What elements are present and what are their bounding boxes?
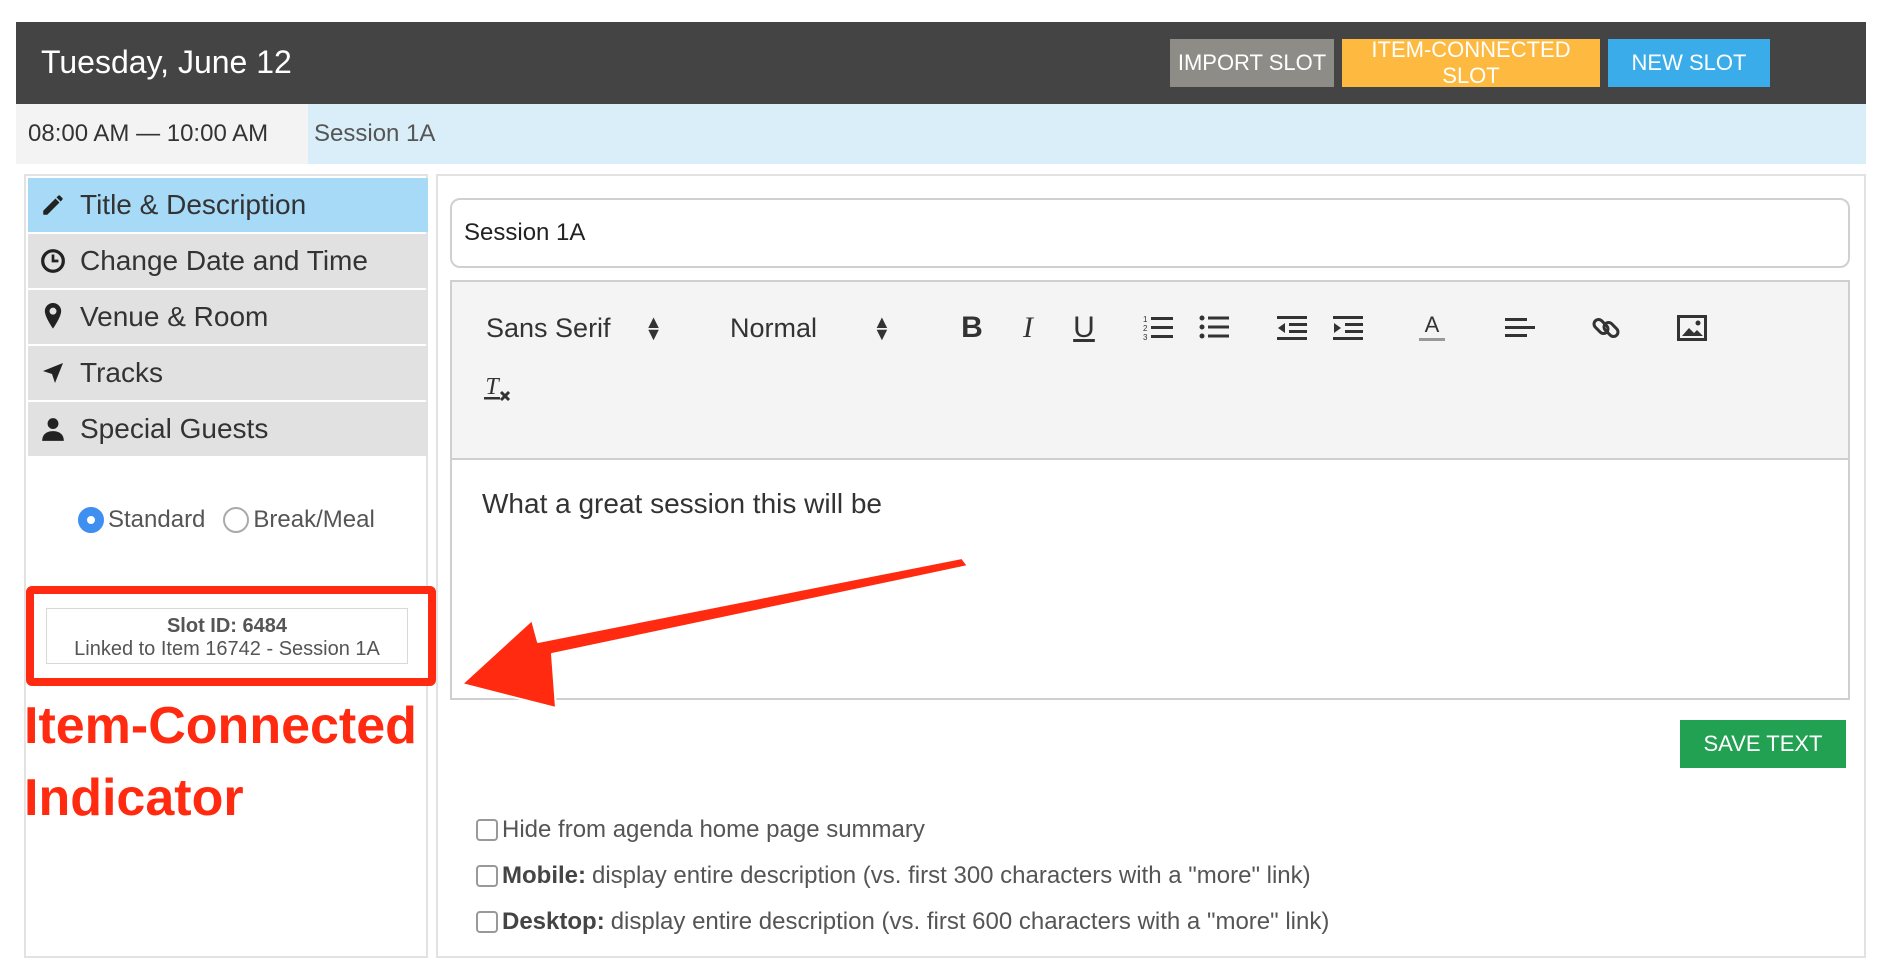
clear-format-icon[interactable]: T — [478, 366, 518, 410]
location-arrow-icon — [38, 358, 68, 388]
item-connected-indicator-box: Slot ID: 6484 Linked to Item 16742 - Ses… — [26, 586, 436, 686]
sidebar-item-special-guests[interactable]: Special Guests — [28, 402, 428, 456]
radio-break-meal[interactable] — [223, 507, 250, 533]
italic-icon[interactable]: I — [1008, 306, 1048, 350]
sidebar-item-change-date-time[interactable]: Change Date and Time — [28, 234, 428, 288]
mobile-label: Mobile: — [502, 862, 586, 889]
hide-summary-option: Hide from agenda home page summary — [476, 816, 925, 844]
sidebar-item-venue-room[interactable]: Venue & Room — [28, 290, 428, 344]
desktop-checkbox[interactable] — [476, 911, 498, 933]
svg-text:2: 2 — [1143, 324, 1148, 333]
annotation-line-2: Indicator — [24, 769, 244, 827]
save-text-button[interactable]: SAVE TEXT — [1680, 720, 1846, 768]
rich-text-editor: Sans Serif ▲ ▼ Normal ▲ ▼ B I U 123 A T … — [450, 280, 1850, 700]
item-connected-slot-button[interactable]: ITEM-CONNECTED SLOT — [1342, 37, 1600, 88]
radio-standard-label: Standard — [108, 506, 206, 533]
slot-info: Slot ID: 6484 Linked to Item 16742 - Ses… — [46, 608, 408, 664]
desktop-text: display entire description (vs. first 60… — [610, 908, 1330, 935]
time-range: 08:00 AM — 10:00 AM — [16, 104, 308, 164]
session-label[interactable]: Session 1A — [314, 104, 435, 164]
font-family-select[interactable]: Sans Serif ▲ ▼ — [486, 306, 662, 350]
desktop-option: Desktop: display entire description (vs.… — [476, 908, 1329, 936]
editor-content[interactable]: What a great session this will be — [482, 488, 882, 520]
font-size-value: Normal — [730, 312, 818, 343]
description-panel: Sans Serif ▲▼ Normal ▲▼ B I U 123 — [436, 174, 1866, 958]
desktop-label: Desktop: — [502, 908, 605, 935]
select-arrows-icon: ▲ ▼ — [644, 312, 663, 344]
user-icon — [38, 414, 68, 444]
outdent-icon[interactable] — [1272, 306, 1312, 350]
editor-toolbar: Sans Serif ▲ ▼ Normal ▲ ▼ B I U 123 A T — [452, 282, 1848, 460]
slot-type-radio-group: Standard Break/Meal — [78, 506, 375, 534]
sidebar-item-label: Change Date and Time — [80, 245, 368, 276]
hide-summary-checkbox[interactable] — [476, 819, 498, 841]
title-input[interactable] — [450, 198, 1850, 268]
pencil-icon — [38, 190, 68, 220]
hide-summary-label: Hide from agenda home page summary — [502, 816, 925, 843]
slot-timebar: 08:00 AM — 10:00 AM Session 1A — [16, 104, 1866, 164]
sidebar-item-tracks[interactable]: Tracks — [28, 346, 428, 400]
new-slot-button[interactable]: NEW SLOT — [1608, 39, 1770, 87]
annotation-line-1: Item-Connected — [24, 697, 417, 755]
page-title: Tuesday, June 12 — [41, 44, 292, 80]
bold-icon[interactable]: B — [952, 306, 992, 350]
select-arrows-icon: ▲ ▼ — [873, 312, 891, 344]
image-icon[interactable] — [1672, 306, 1712, 350]
link-icon[interactable] — [1586, 306, 1626, 350]
mobile-option: Mobile: display entire description (vs. … — [476, 862, 1311, 890]
clock-icon — [38, 246, 68, 276]
linked-item: Linked to Item 16742 - Session 1A — [74, 638, 380, 660]
indent-icon[interactable] — [1328, 306, 1368, 350]
header-bar: Tuesday, June 12 IMPORT SLOT ITEM-CONNEC… — [16, 22, 1866, 104]
underline-icon[interactable]: U — [1064, 306, 1104, 350]
sidebar-item-label: Special Guests — [80, 413, 269, 444]
text-color-icon[interactable]: A — [1412, 306, 1452, 350]
import-slot-button[interactable]: IMPORT SLOT — [1170, 39, 1334, 87]
map-pin-icon — [38, 302, 68, 332]
mobile-checkbox[interactable] — [476, 865, 498, 887]
align-icon[interactable] — [1500, 306, 1540, 350]
sidebar-item-label: Venue & Room — [80, 301, 269, 332]
font-family-value: Sans Serif — [486, 312, 611, 343]
mobile-text: display entire description (vs. first 30… — [592, 862, 1311, 889]
sidebar-item-label: Title & Description — [80, 189, 307, 220]
svg-text:T: T — [485, 374, 500, 400]
bullet-list-icon[interactable] — [1194, 306, 1234, 350]
svg-text:A: A — [1425, 312, 1440, 337]
radio-break-meal-label: Break/Meal — [253, 506, 375, 533]
radio-standard[interactable] — [78, 507, 104, 533]
ordered-list-icon[interactable]: 123 — [1138, 306, 1178, 350]
font-size-select[interactable]: Normal ▲ ▼ — [730, 306, 891, 350]
sidebar-item-label: Tracks — [80, 357, 163, 388]
svg-text:3: 3 — [1143, 333, 1148, 342]
sidebar-item-title-description[interactable]: Title & Description — [28, 178, 428, 232]
slot-sidebar: Title & Description Change Date and Time… — [24, 174, 436, 958]
slot-id: Slot ID: 6484 — [166, 615, 288, 637]
svg-text:1: 1 — [1143, 315, 1148, 324]
